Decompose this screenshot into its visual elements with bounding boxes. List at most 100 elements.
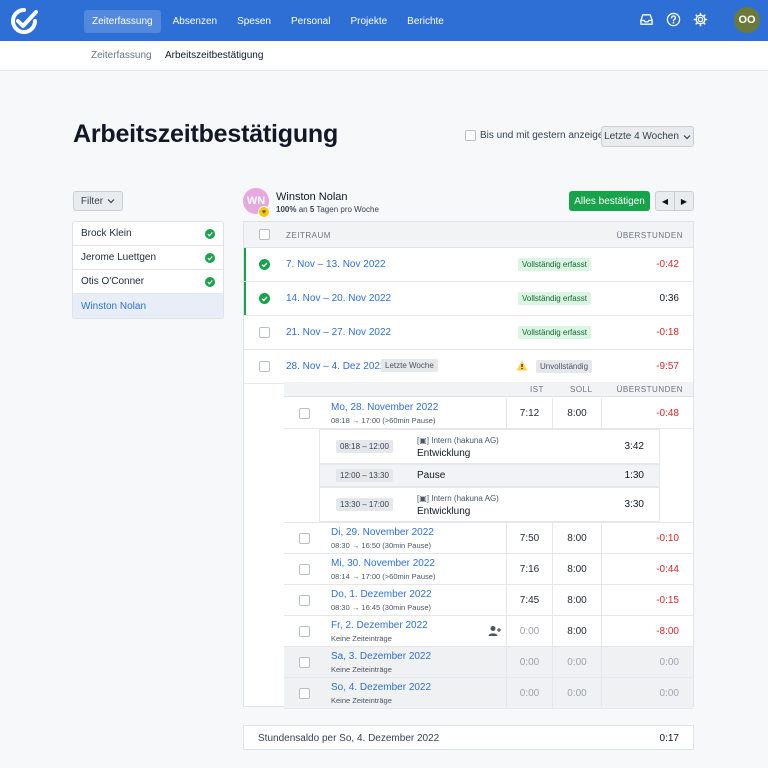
yesterday-toggle[interactable]: Bis und mit gestern anzeigen xyxy=(465,130,609,141)
employee-name: Jerome Luettgen xyxy=(81,252,157,263)
day-summary: Keine Zeiteinträge xyxy=(331,634,392,643)
day-checkbox[interactable] xyxy=(299,564,310,575)
column-header-period: ZEITRAUM xyxy=(286,231,331,240)
page-title: Arbeitszeitbestätigung xyxy=(73,120,339,148)
nav-item-personal[interactable]: Personal xyxy=(283,10,338,33)
help-icon[interactable] xyxy=(666,12,681,27)
day-row[interactable]: Mo, 28. November 2022 08:18 → 17:00 (>60… xyxy=(284,398,693,429)
employee-name: Winston Nolan xyxy=(81,300,147,312)
day-checkbox[interactable] xyxy=(299,626,310,637)
day-row[interactable]: Mi, 30. November 2022 08:14 → 17:00 (>60… xyxy=(284,554,693,585)
employee-item[interactable]: Otis O'Conner xyxy=(73,270,223,294)
week-checkbox[interactable] xyxy=(259,361,270,372)
column-header-overtime: ÜBERSTUNDEN xyxy=(616,231,683,240)
next-employee-button[interactable]: ▶ xyxy=(675,192,693,210)
employee-item-selected[interactable]: Winston Nolan xyxy=(73,294,223,318)
week-overtime: -9:57 xyxy=(656,361,679,372)
week-overtime: -0:18 xyxy=(656,327,679,338)
week-label[interactable]: 21. Nov – 27. Nov 2022 xyxy=(286,327,391,338)
employee-title: Winston Nolan xyxy=(276,191,348,203)
main-nav: Zeiterfassung Absenzen Spesen Personal P… xyxy=(84,10,452,33)
column-header-day-overtime: ÜBERSTUNDEN xyxy=(616,385,683,394)
day-summary: 08:30 → 16:45 (30min Pause) xyxy=(331,603,432,612)
day-soll: 8:00 xyxy=(552,398,601,428)
day-ist: 7:45 xyxy=(506,585,552,615)
entry-duration: 1:30 xyxy=(624,470,644,481)
day-checkbox[interactable] xyxy=(299,688,310,699)
day-row[interactable]: Di, 29. November 2022 08:30 → 16:50 (30m… xyxy=(284,523,693,554)
previous-employee-button[interactable]: ◀ xyxy=(656,192,675,210)
range-select[interactable]: Letzte 4 Wochen xyxy=(601,126,694,147)
day-checkbox[interactable] xyxy=(299,595,310,606)
day-summary: 08:30 → 16:50 (30min Pause) xyxy=(331,541,432,550)
day-ist: 7:50 xyxy=(506,523,552,553)
week-label[interactable]: 28. Nov – 4. Dez 2022 xyxy=(286,361,386,372)
week-label[interactable]: 7. Nov – 13. Nov 2022 xyxy=(286,259,386,270)
nav-item-spesen[interactable]: Spesen xyxy=(229,10,279,33)
check-circle-icon xyxy=(205,228,215,239)
day-overtime: -0:44 xyxy=(601,554,693,584)
top-icons xyxy=(639,12,708,27)
check-circle-icon[interactable] xyxy=(259,259,270,270)
nav-item-projekte[interactable]: Projekte xyxy=(342,10,395,33)
day-date[interactable]: Fr, 2. Dezember 2022 xyxy=(331,620,428,631)
gear-icon[interactable] xyxy=(693,12,708,27)
confirm-all-button[interactable]: Alles bestätigen xyxy=(569,191,650,211)
day-row[interactable]: Fr, 2. Dezember 2022 Keine Zeiteinträge … xyxy=(284,616,693,647)
project-icon: [▣] xyxy=(417,436,432,445)
day-date[interactable]: Mi, 30. November 2022 xyxy=(331,558,435,569)
column-header-ist: IST xyxy=(530,385,544,394)
week-row[interactable]: 14. Nov – 20. Nov 2022 Vollständig erfas… xyxy=(244,282,693,316)
day-summary: Keine Zeiteinträge xyxy=(331,665,392,674)
weeks-table: ZEITRAUM ÜBERSTUNDEN 7. Nov – 13. Nov 20… xyxy=(243,221,694,709)
entry-time: 13:30 – 17:00 xyxy=(336,498,393,511)
week-row[interactable]: 7. Nov – 13. Nov 2022 Vollständig erfass… xyxy=(244,248,693,282)
inbox-icon[interactable] xyxy=(639,12,654,27)
nav-item-berichte[interactable]: Berichte xyxy=(399,10,452,33)
day-row-weekend[interactable]: Sa, 3. Dezember 2022 Keine Zeiteinträge … xyxy=(284,647,693,678)
day-date[interactable]: Do, 1. Dezember 2022 xyxy=(331,589,432,600)
filter-button[interactable]: Filter xyxy=(73,191,123,211)
day-date[interactable]: Mo, 28. November 2022 xyxy=(331,402,438,413)
nav-item-zeiterfassung[interactable]: Zeiterfassung xyxy=(84,10,161,33)
day-soll: 8:00 xyxy=(552,523,601,553)
employee-item[interactable]: Jerome Luettgen xyxy=(73,246,223,270)
breadcrumb-current: Arbeitszeitbestätigung xyxy=(165,50,264,61)
entry-project: [▣] Intern (hakuna AG) xyxy=(417,436,499,445)
filter-label: Filter xyxy=(80,195,104,207)
week-row[interactable]: 21. Nov – 27. Nov 2022 Vollständig erfas… xyxy=(244,316,693,350)
employee-item[interactable]: Brock Klein xyxy=(73,222,223,246)
day-checkbox[interactable] xyxy=(299,408,310,419)
user-avatar[interactable]: OO xyxy=(734,7,760,33)
yesterday-checkbox[interactable] xyxy=(465,130,476,141)
employee-pager: ◀ ▶ xyxy=(655,191,694,211)
time-entry[interactable]: 08:18 – 12:00 [▣] Intern (hakuna AG) Ent… xyxy=(319,429,660,464)
check-circle-icon xyxy=(205,252,215,263)
day-date[interactable]: Sa, 3. Dezember 2022 xyxy=(331,651,431,662)
week-checkbox[interactable] xyxy=(259,327,270,338)
entry-time: 08:18 – 12:00 xyxy=(336,440,393,453)
select-all-checkbox[interactable] xyxy=(259,229,270,240)
week-row-expanded[interactable]: 28. Nov – 4. Dez 2022 Letzte Woche Unvol… xyxy=(244,350,693,384)
day-overtime: -0:48 xyxy=(601,398,693,428)
logo-icon[interactable] xyxy=(8,7,40,35)
check-circle-icon[interactable] xyxy=(259,293,270,304)
week-label[interactable]: 14. Nov – 20. Nov 2022 xyxy=(286,293,391,304)
balance-value: 0:17 xyxy=(659,733,679,744)
warning-icon xyxy=(516,360,528,371)
day-checkbox[interactable] xyxy=(299,657,310,668)
time-entry-pause[interactable]: 12:00 – 13:30 Pause 1:30 xyxy=(319,464,660,487)
entry-activity: Entwicklung xyxy=(417,448,471,459)
day-ist: 0:00 xyxy=(506,678,552,708)
time-entry[interactable]: 13:30 – 17:00 [▣] Intern (hakuna AG) Ent… xyxy=(319,487,660,522)
day-date[interactable]: Di, 29. November 2022 xyxy=(331,527,434,538)
add-user-icon[interactable] xyxy=(488,625,501,637)
day-date[interactable]: So, 4. Dezember 2022 xyxy=(331,682,431,693)
nav-item-absenzen[interactable]: Absenzen xyxy=(165,10,225,33)
status-badge: Vollständig erfasst xyxy=(518,258,591,271)
breadcrumb-zeiterfassung[interactable]: Zeiterfassung xyxy=(91,50,152,61)
day-row[interactable]: Do, 1. Dezember 2022 08:30 → 16:45 (30mi… xyxy=(284,585,693,616)
day-checkbox[interactable] xyxy=(299,533,310,544)
day-row-weekend[interactable]: So, 4. Dezember 2022 Keine Zeiteinträge … xyxy=(284,678,693,709)
day-summary: Keine Zeiteinträge xyxy=(331,696,392,705)
